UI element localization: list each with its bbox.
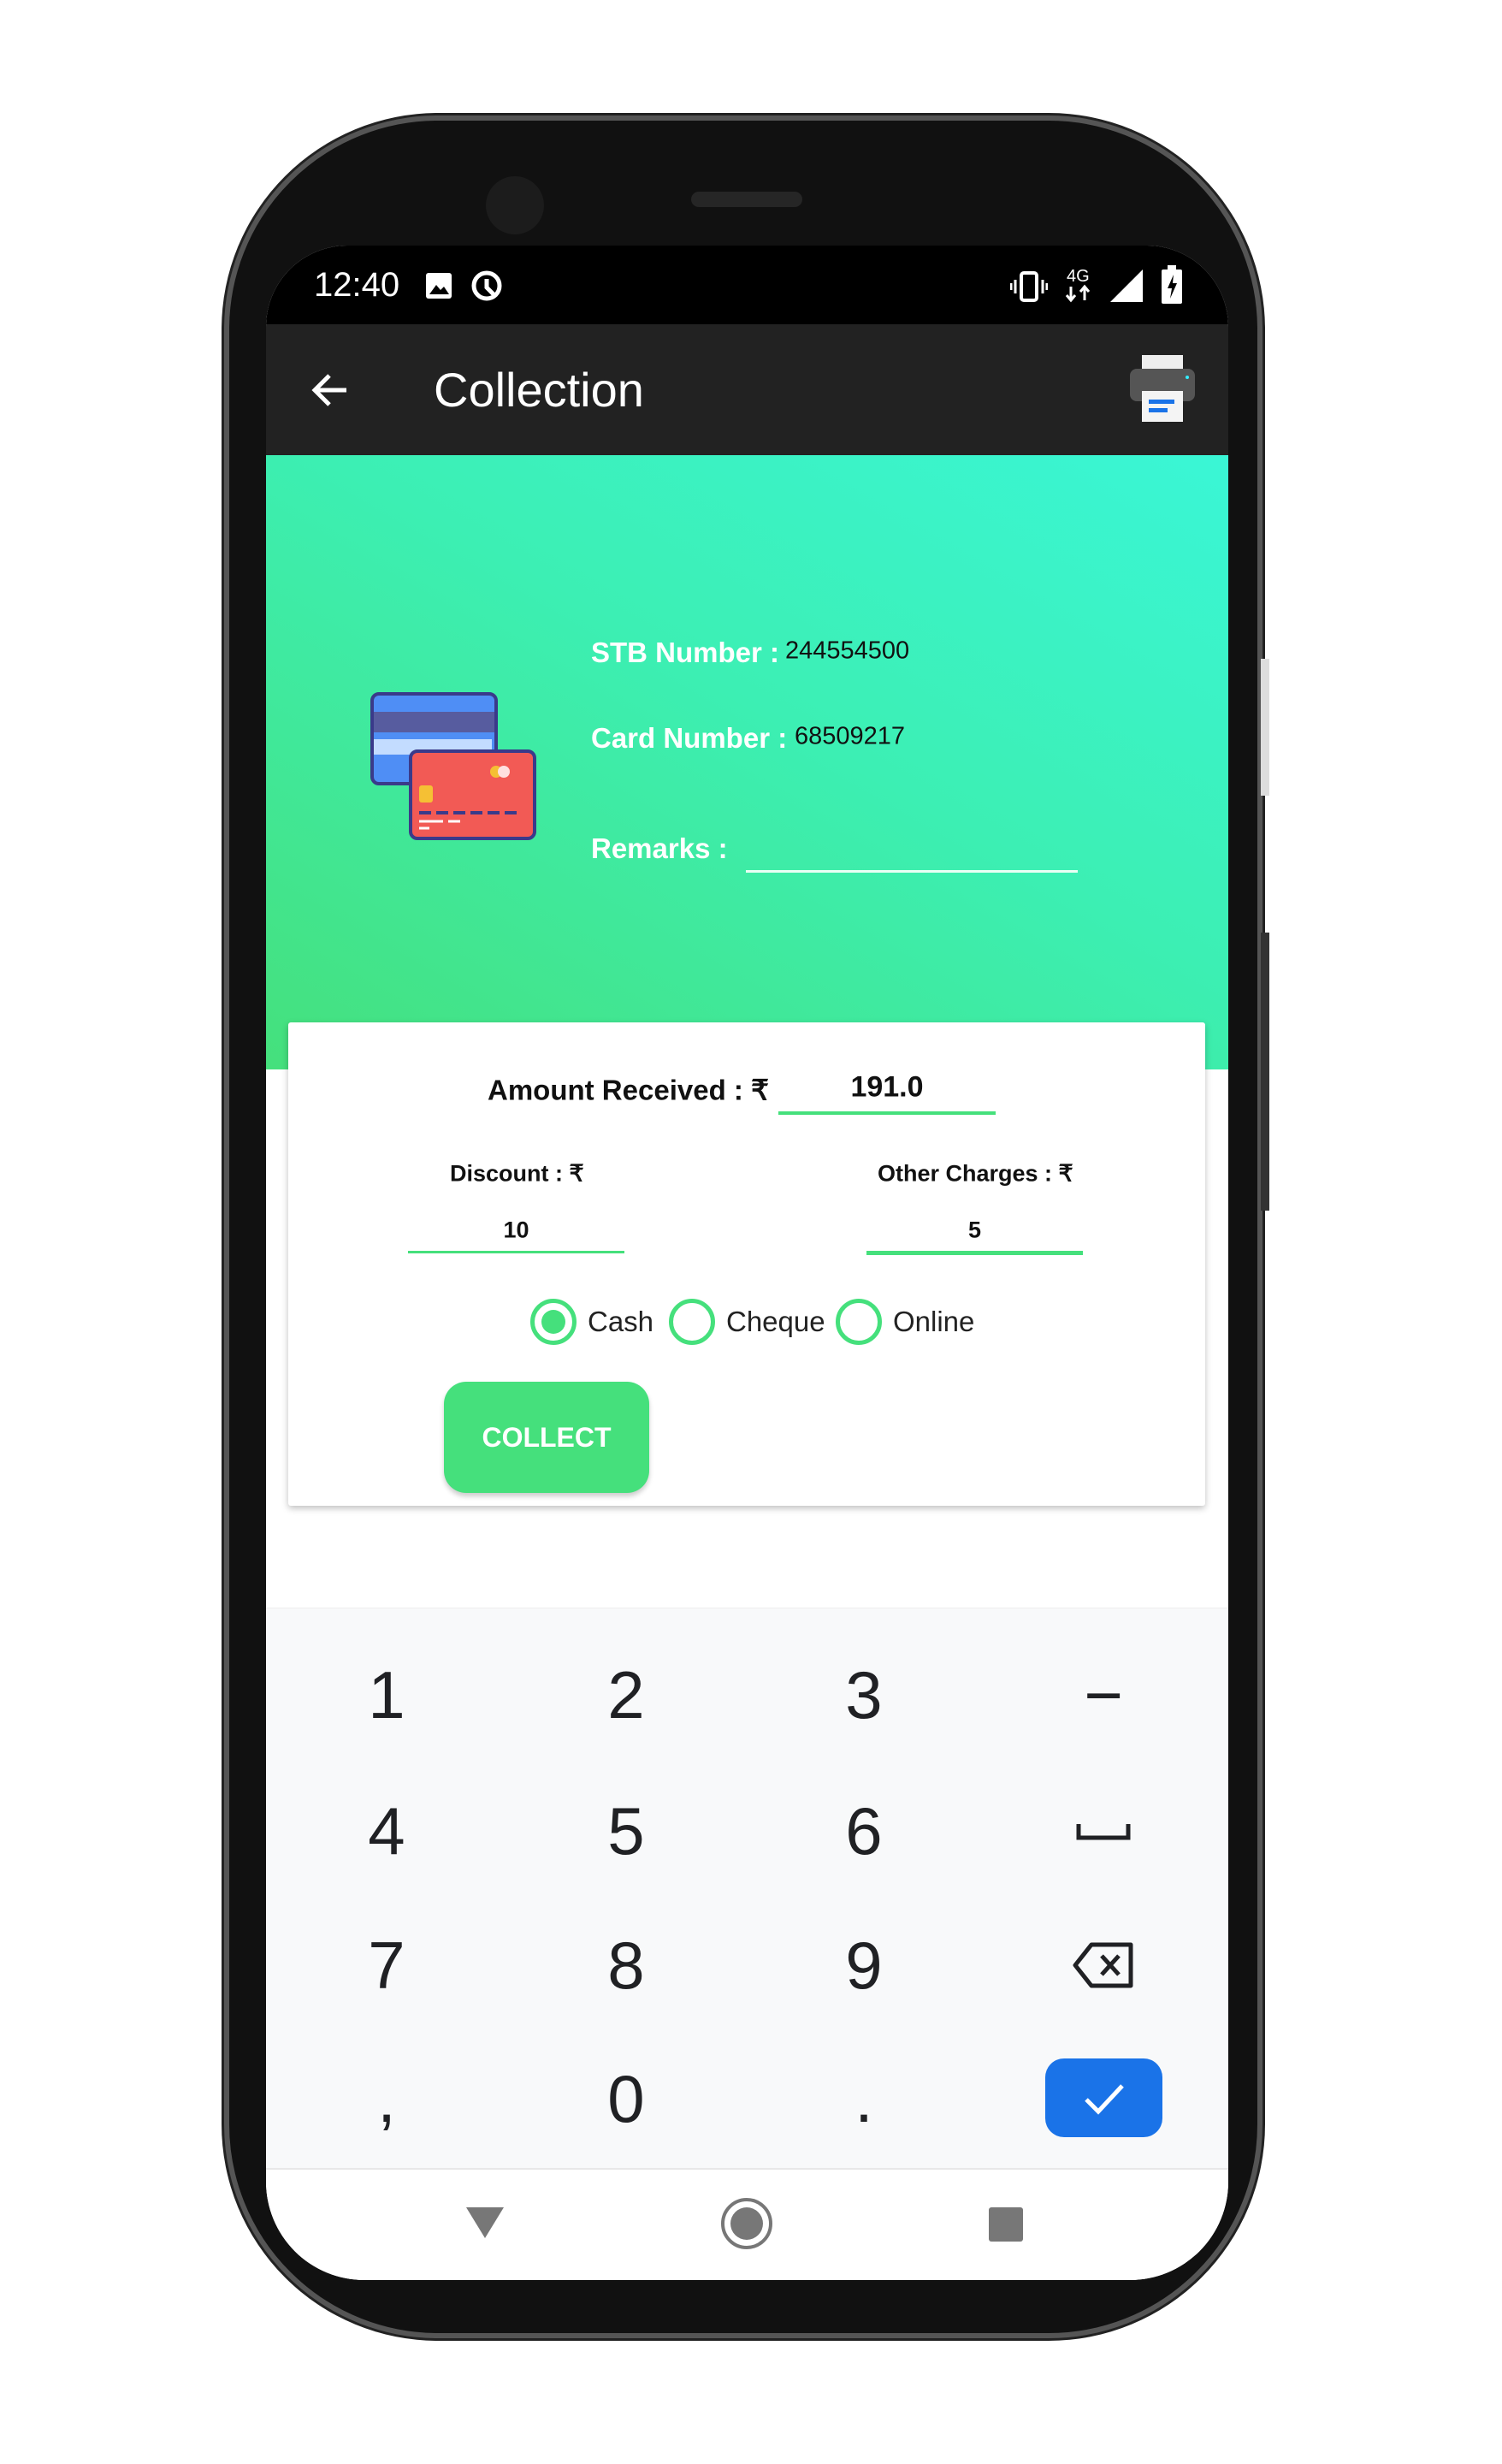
vibrate-icon bbox=[1010, 271, 1048, 302]
space-icon bbox=[1076, 1824, 1131, 1840]
discount-value: 10 bbox=[503, 1217, 529, 1243]
discount-label: Discount : ₹ bbox=[450, 1160, 584, 1187]
amount-received-input[interactable]: 191.0 bbox=[778, 1062, 996, 1115]
radio-cheque[interactable] bbox=[669, 1299, 715, 1345]
key-4[interactable]: 4 bbox=[301, 1771, 472, 1891]
svg-text:4G: 4G bbox=[1067, 267, 1090, 286]
key-5[interactable]: 5 bbox=[541, 1771, 712, 1891]
credit-cards-icon bbox=[370, 692, 536, 840]
check-icon bbox=[1084, 2084, 1124, 2115]
amount-underline bbox=[778, 1111, 996, 1115]
key-2[interactable]: 2 bbox=[541, 1635, 712, 1755]
key-3[interactable]: 3 bbox=[778, 1635, 949, 1755]
amount-received-label: Amount Received : ₹ bbox=[488, 1074, 770, 1106]
nav-back-icon[interactable] bbox=[464, 2206, 506, 2240]
image-icon bbox=[426, 273, 452, 299]
collect-button[interactable]: COLLECT bbox=[444, 1382, 649, 1493]
signal-icon bbox=[1110, 270, 1143, 302]
screen: 12:40 4G Collection STB Number : 2445545… bbox=[266, 246, 1228, 2280]
remarks-input[interactable] bbox=[746, 823, 1078, 873]
radio-cash-label[interactable]: Cash bbox=[588, 1306, 653, 1338]
radio-cash[interactable] bbox=[530, 1299, 577, 1345]
numeric-keyboard: 1 2 3 − 4 5 6 7 8 9 , 0 . bbox=[266, 1608, 1228, 2168]
key-9[interactable]: 9 bbox=[778, 1905, 949, 2025]
printer-icon[interactable] bbox=[1130, 355, 1195, 424]
nav-recents-icon[interactable] bbox=[988, 2206, 1024, 2242]
other-charges-value: 5 bbox=[967, 1217, 982, 1243]
key-8[interactable]: 8 bbox=[541, 1905, 712, 2025]
key-period[interactable]: . bbox=[778, 2039, 949, 2159]
nav-home-icon[interactable] bbox=[719, 2196, 774, 2251]
other-charges-input[interactable]: 5 bbox=[866, 1202, 1083, 1257]
navigation-bar bbox=[266, 2168, 1228, 2280]
volume-button bbox=[1261, 933, 1269, 1211]
radio-cheque-label[interactable]: Cheque bbox=[726, 1306, 825, 1338]
key-minus[interactable]: − bbox=[1018, 1635, 1189, 1755]
card-number-value: 68509217 bbox=[795, 722, 906, 750]
discount-underline bbox=[408, 1251, 624, 1253]
key-enter[interactable] bbox=[1045, 2058, 1162, 2137]
remarks-label: Remarks : bbox=[591, 832, 728, 864]
page-title: Collection bbox=[434, 363, 644, 417]
key-1[interactable]: 1 bbox=[301, 1635, 472, 1755]
stb-number-value: 244554500 bbox=[785, 637, 910, 665]
app-bar: Collection bbox=[266, 324, 1228, 455]
power-button bbox=[1261, 659, 1269, 796]
payment-card: Amount Received : ₹ 191.0 Discount : ₹ 1… bbox=[288, 1022, 1205, 1506]
key-backspace[interactable] bbox=[1018, 1905, 1189, 2025]
amount-value: 191.0 bbox=[850, 1070, 924, 1104]
key-space[interactable] bbox=[1018, 1771, 1189, 1891]
other-charges-underline bbox=[866, 1251, 1083, 1255]
discount-input[interactable]: 10 bbox=[408, 1202, 624, 1255]
data-saver-icon bbox=[471, 270, 502, 301]
earpiece bbox=[691, 192, 802, 207]
key-6[interactable]: 6 bbox=[778, 1771, 949, 1891]
front-camera bbox=[486, 176, 544, 234]
radio-online-label[interactable]: Online bbox=[893, 1306, 974, 1338]
4g-icon: 4G bbox=[1065, 267, 1091, 303]
status-bar: 12:40 4G bbox=[266, 246, 1228, 324]
other-charges-label: Other Charges : ₹ bbox=[878, 1160, 1073, 1187]
stb-number-label: STB Number : bbox=[591, 637, 780, 668]
card-number-label: Card Number : bbox=[591, 722, 788, 754]
account-header: STB Number : 244554500 Card Number : 685… bbox=[266, 455, 1228, 1069]
status-time: 12:40 bbox=[314, 266, 400, 304]
backspace-icon bbox=[1073, 1942, 1133, 1988]
back-arrow-icon[interactable] bbox=[309, 369, 352, 412]
battery-charging-icon bbox=[1162, 265, 1182, 304]
key-comma[interactable]: , bbox=[301, 2039, 472, 2159]
key-7[interactable]: 7 bbox=[301, 1905, 472, 2025]
key-0[interactable]: 0 bbox=[541, 2039, 712, 2159]
radio-online[interactable] bbox=[836, 1299, 882, 1345]
